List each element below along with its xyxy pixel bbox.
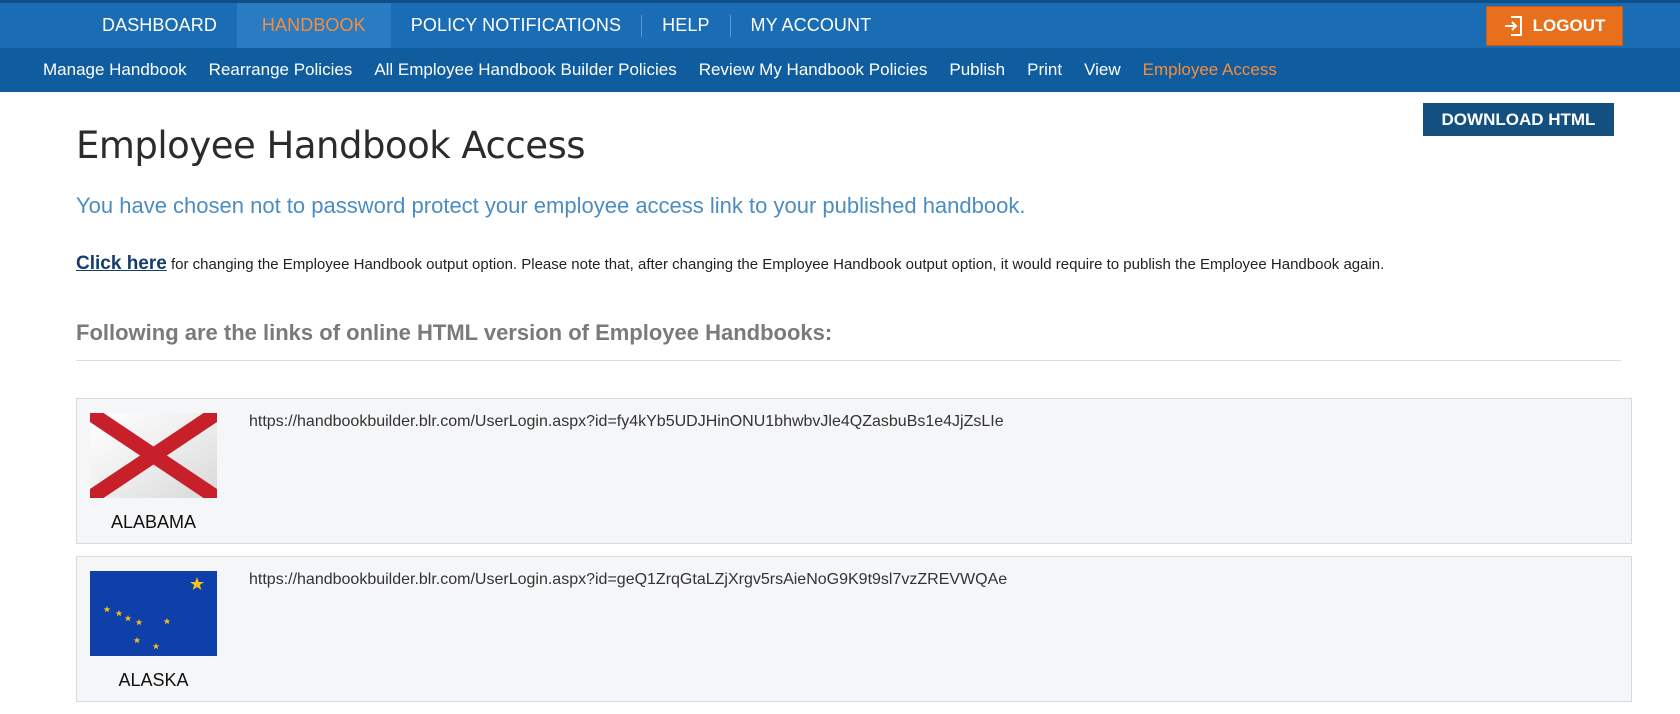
subnav-print[interactable]: Print — [1016, 60, 1073, 80]
alabama-flag-icon — [90, 413, 217, 498]
subnav-employee-access[interactable]: Employee Access — [1132, 60, 1288, 80]
state-name: ALABAMA — [110, 512, 197, 532]
subnav-view[interactable]: View — [1073, 60, 1132, 80]
subnav-publish[interactable]: Publish — [938, 60, 1016, 80]
click-here-link[interactable]: Click here — [76, 253, 167, 274]
handbook-link[interactable]: https://handbookbuilder.blr.com/UserLogi… — [249, 413, 1004, 431]
links-heading: Following are the links of online HTML v… — [76, 320, 833, 345]
top-nav-bar: DASHBOARD HANDBOOK POLICY NOTIFICATIONS … — [0, 0, 1680, 48]
logout-label: LOGOUT — [1532, 16, 1606, 35]
sub-nav: Manage Handbook Rearrange Policies All E… — [0, 48, 1680, 92]
logout-icon — [1504, 15, 1524, 37]
nav-my-account[interactable]: MY ACCOUNT — [731, 3, 892, 48]
subnav-rearrange-policies[interactable]: Rearrange Policies — [198, 60, 364, 80]
subnav-manage-handbook[interactable]: Manage Handbook — [32, 60, 198, 80]
password-notice: You have chosen not to password protect … — [76, 193, 1026, 218]
page-title: Employee Handbook Access — [76, 124, 586, 167]
output-option-text: for changing the Employee Handbook outpu… — [166, 256, 1385, 273]
top-nav: DASHBOARD HANDBOOK POLICY NOTIFICATIONS … — [82, 3, 891, 48]
download-html-button[interactable]: DOWNLOAD HTML — [1423, 103, 1614, 136]
nav-handbook[interactable]: HANDBOOK — [236, 3, 391, 48]
subnav-review-policies[interactable]: Review My Handbook Policies — [688, 60, 939, 80]
logout-button[interactable]: LOGOUT — [1486, 6, 1623, 46]
nav-dashboard[interactable]: DASHBOARD — [82, 3, 237, 48]
state-name: ALASKA — [118, 670, 189, 690]
output-option-note: Click here for changing the Employee Han… — [76, 253, 1384, 275]
handbook-link[interactable]: https://handbookbuilder.blr.com/UserLogi… — [249, 571, 1007, 589]
subnav-all-policies[interactable]: All Employee Handbook Builder Policies — [363, 60, 687, 80]
nav-help[interactable]: HELP — [642, 3, 729, 48]
handbook-card-alaska: ALASKA https://handbookbuilder.blr.com/U… — [76, 556, 1632, 702]
nav-policy-notifications[interactable]: POLICY NOTIFICATIONS — [391, 3, 641, 48]
alaska-flag-icon — [90, 571, 217, 656]
divider — [76, 360, 1621, 361]
handbook-card-alabama: ALABAMA https://handbookbuilder.blr.com/… — [76, 398, 1632, 544]
